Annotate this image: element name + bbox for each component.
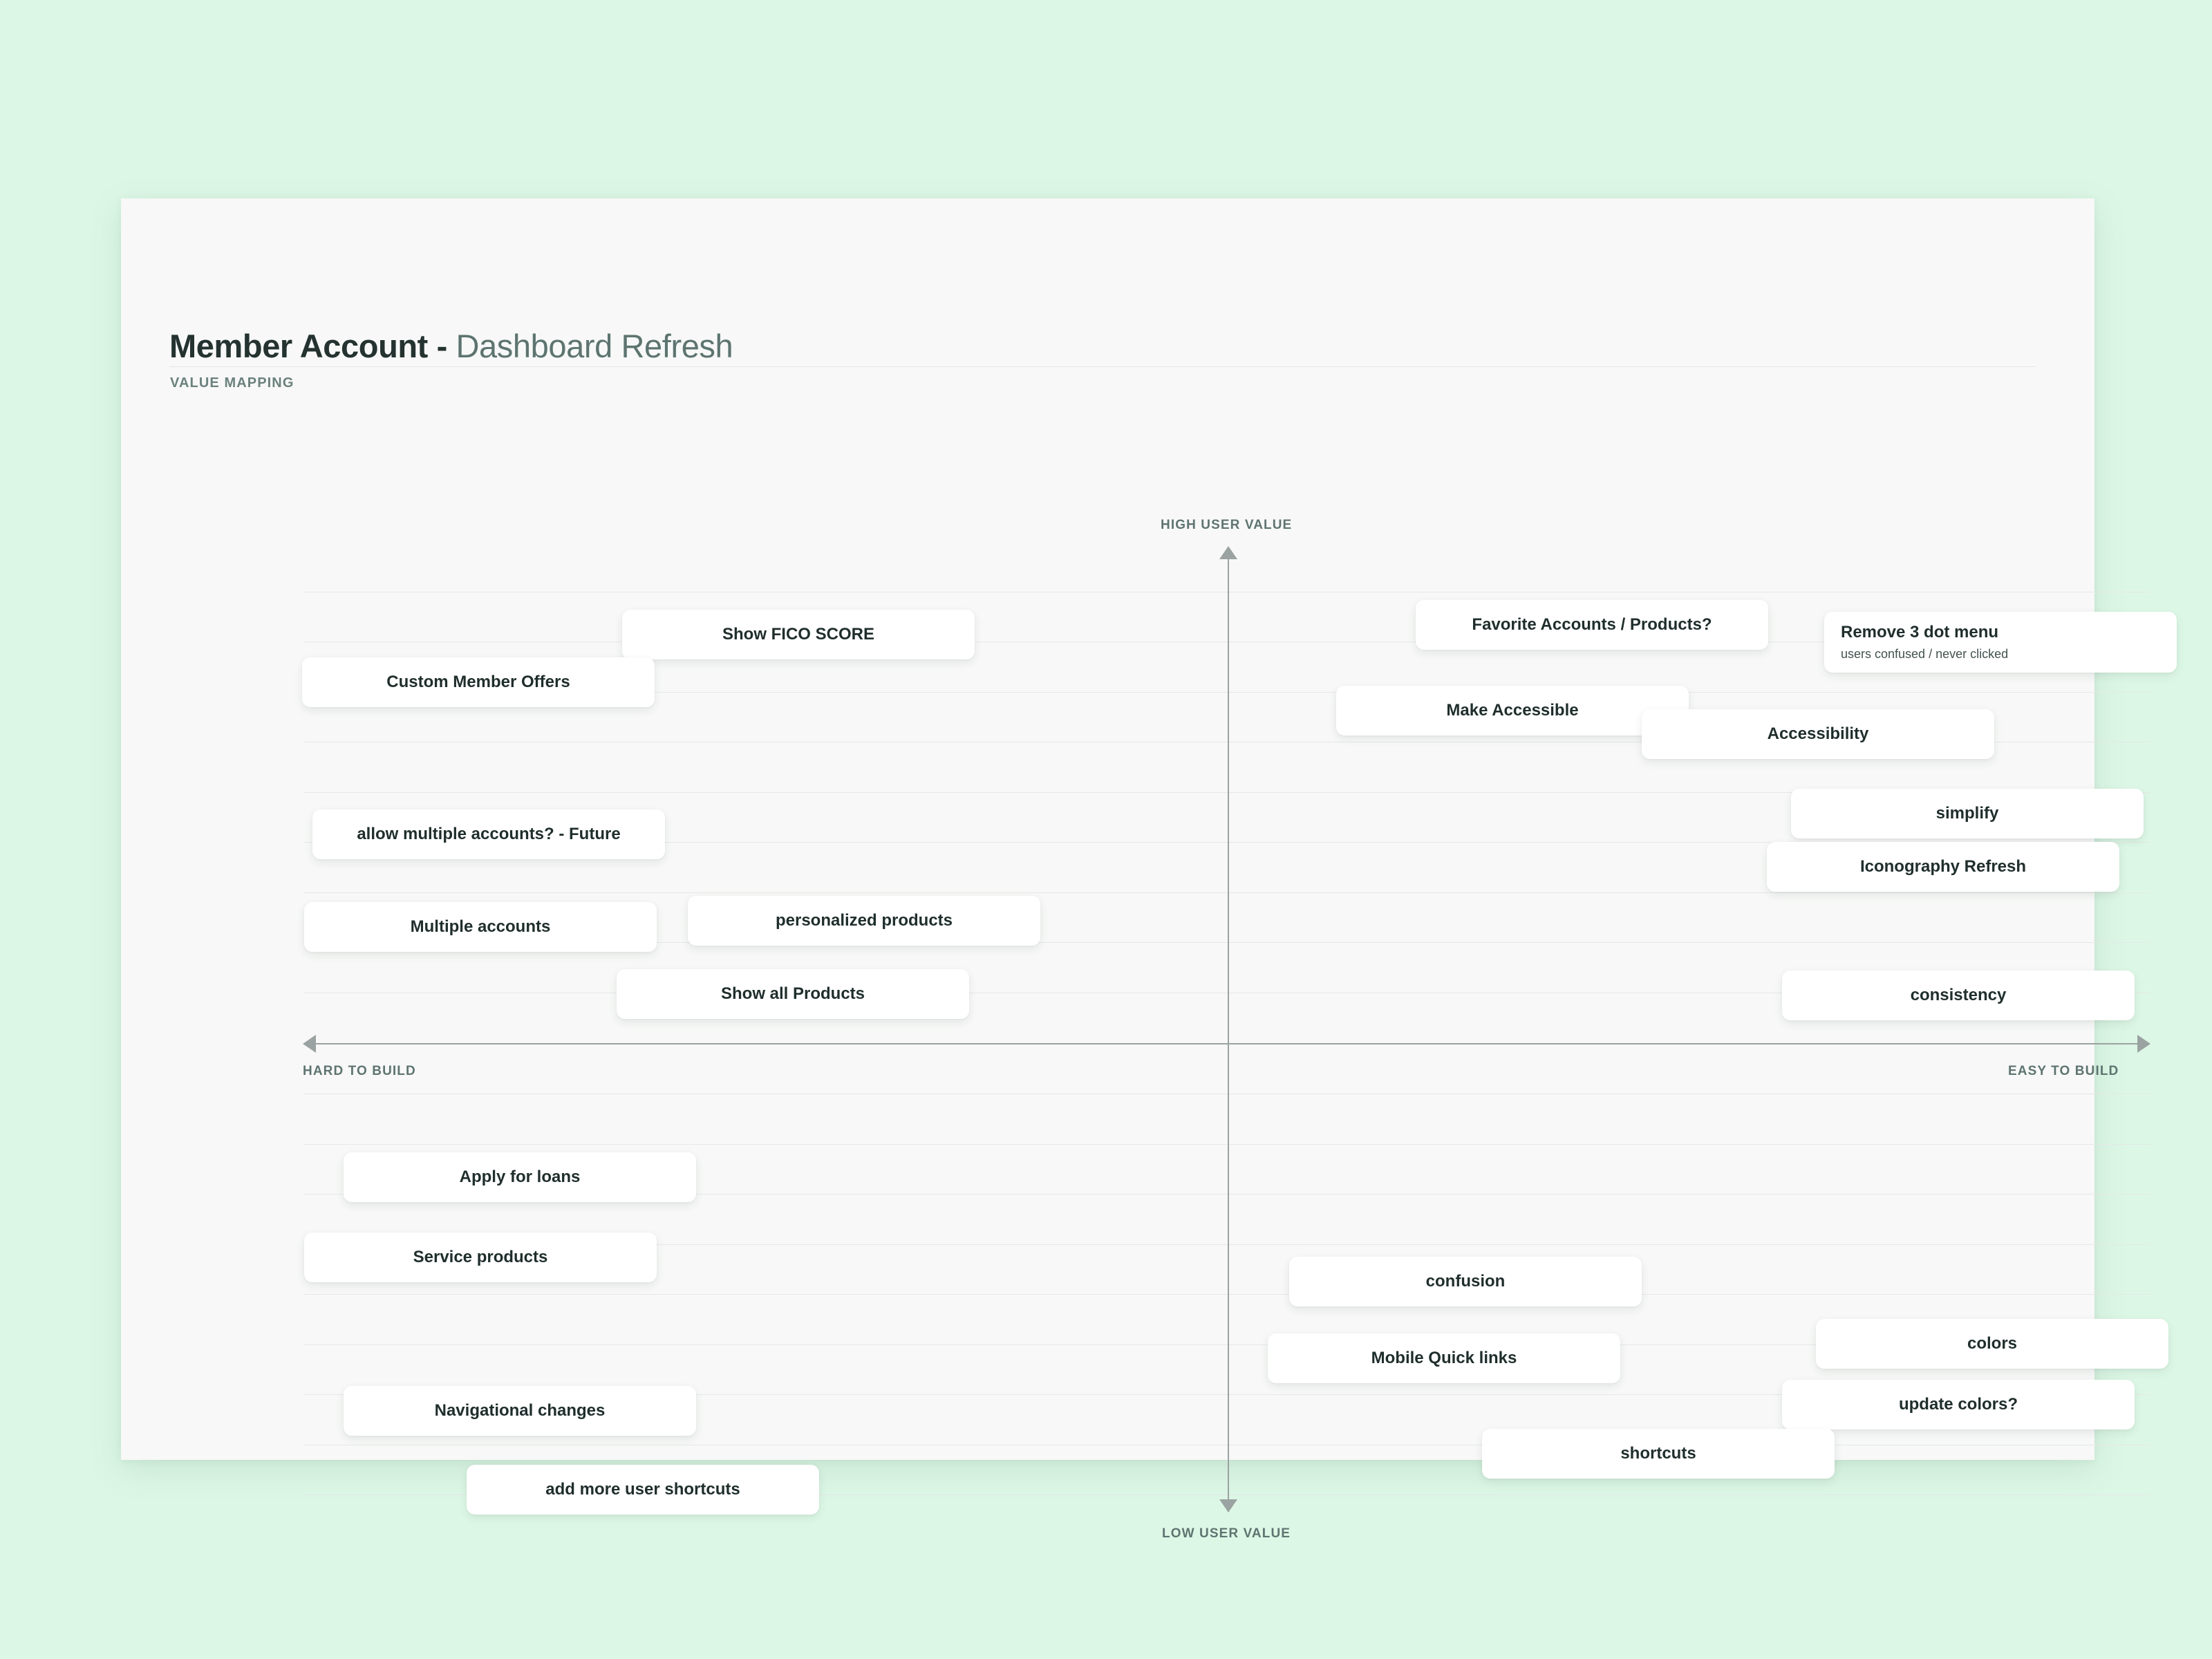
vertical-axis-line (1228, 547, 1229, 1512)
page-title: Member Account - Dashboard Refresh (169, 330, 2036, 362)
sticky-note-colors[interactable]: colors (1816, 1319, 2168, 1369)
sticky-note-label: Remove 3 dot menu (1841, 623, 1999, 641)
sticky-note-sublabel: users confused / never clicked (1841, 647, 2009, 661)
gridline-10 (304, 1144, 2150, 1145)
sticky-note-service-products[interactable]: Service products (304, 1232, 657, 1282)
sticky-note-label: Service products (413, 1248, 548, 1266)
title-divider (169, 366, 2036, 367)
sticky-note-label: colors (1967, 1334, 2018, 1353)
sticky-note-label: consistency (1910, 986, 2007, 1004)
axis-arrow-up-icon (1219, 546, 1237, 559)
axis-arrow-down-icon (1219, 1499, 1237, 1512)
sticky-note-confusion[interactable]: confusion (1289, 1257, 1642, 1306)
sticky-note-label: Navigational changes (434, 1401, 606, 1420)
axis-label-hard-to-build: HARD TO BUILD (303, 1064, 416, 1078)
sticky-note-add-more-user-shortcuts[interactable]: add more user shortcuts (467, 1465, 819, 1515)
sticky-note-label: confusion (1425, 1272, 1506, 1291)
sticky-note-label: Make Accessible (1446, 701, 1579, 720)
sticky-note-allow-multiple-accounts-future[interactable]: allow multiple accounts? - Future (312, 809, 665, 859)
sticky-note-label: simplify (1936, 804, 1999, 823)
sticky-note-mobile-quick-links[interactable]: Mobile Quick links (1268, 1333, 1620, 1383)
page-title-primary: Member Account - (169, 328, 447, 364)
sticky-note-label: Apply for loans (459, 1168, 581, 1186)
gridline-13 (304, 1294, 2150, 1295)
sticky-note-personalized-products[interactable]: personalized products (688, 896, 1040, 946)
sticky-note-remove-3-dot-menu[interactable]: Remove 3 dot menu users confused / never … (1824, 612, 2177, 673)
sticky-note-label: personalized products (775, 911, 953, 930)
board-header: Member Account - Dashboard Refresh VALUE… (169, 330, 2036, 391)
sticky-note-label: Multiple accounts (410, 917, 551, 936)
sticky-note-label: Show all Products (720, 984, 865, 1003)
sticky-note-label: allow multiple accounts? - Future (357, 825, 621, 843)
sticky-note-simplify[interactable]: simplify (1791, 789, 2144, 838)
sticky-note-navigational-changes[interactable]: Navigational changes (344, 1386, 696, 1436)
sticky-note-update-colors[interactable]: update colors? (1782, 1380, 2135, 1430)
page-title-secondary: Dashboard Refresh (456, 328, 733, 364)
sticky-note-label: Custom Member Offers (386, 673, 570, 691)
sticky-note-label: Mobile Quick links (1371, 1349, 1517, 1367)
axis-label-high-user-value: HIGH USER VALUE (1161, 518, 1293, 532)
gridline-6 (304, 892, 2150, 893)
sticky-note-iconography-refresh[interactable]: Iconography Refresh (1767, 842, 2119, 892)
screenshot-canvas: Member Account - Dashboard Refresh VALUE… (0, 0, 2212, 1659)
sticky-note-make-accessible[interactable]: Make Accessible (1336, 686, 1689, 735)
sticky-note-label: add more user shortcuts (545, 1480, 740, 1499)
axis-arrow-right-icon (2137, 1035, 2150, 1053)
sticky-note-label: Show FICO SCORE (722, 625, 874, 644)
sticky-note-multiple-accounts[interactable]: Multiple accounts (304, 902, 657, 952)
sticky-note-apply-for-loans[interactable]: Apply for loans (344, 1152, 696, 1202)
sticky-note-favorite-accounts-products[interactable]: Favorite Accounts / Products? (1416, 600, 1768, 650)
sticky-note-show-all-products[interactable]: Show all Products (617, 969, 969, 1019)
sticky-note-consistency[interactable]: consistency (1782, 971, 2135, 1020)
sticky-note-label: Accessibility (1767, 724, 1869, 743)
axis-arrow-left-icon (303, 1035, 316, 1053)
axis-label-easy-to-build: EASY TO BUILD (2008, 1064, 2119, 1078)
sticky-note-label: Favorite Accounts / Products? (1472, 615, 1712, 634)
sticky-note-label: update colors? (1898, 1395, 2018, 1414)
sticky-note-show-fico-score[interactable]: Show FICO SCORE (622, 610, 975, 659)
sticky-note-accessibility[interactable]: Accessibility (1642, 709, 1994, 759)
horizontal-axis-line (304, 1043, 2150, 1044)
page-subtitle: VALUE MAPPING (170, 375, 294, 391)
sticky-note-label: Iconography Refresh (1859, 857, 2027, 876)
sticky-note-shortcuts[interactable]: shortcuts (1482, 1429, 1835, 1479)
whiteboard-surface: Member Account - Dashboard Refresh VALUE… (121, 198, 2177, 1541)
axis-label-low-user-value: LOW USER VALUE (1162, 1526, 1291, 1541)
sticky-note-label: shortcuts (1620, 1444, 1696, 1463)
sticky-note-custom-member-offers[interactable]: Custom Member Offers (302, 657, 655, 707)
